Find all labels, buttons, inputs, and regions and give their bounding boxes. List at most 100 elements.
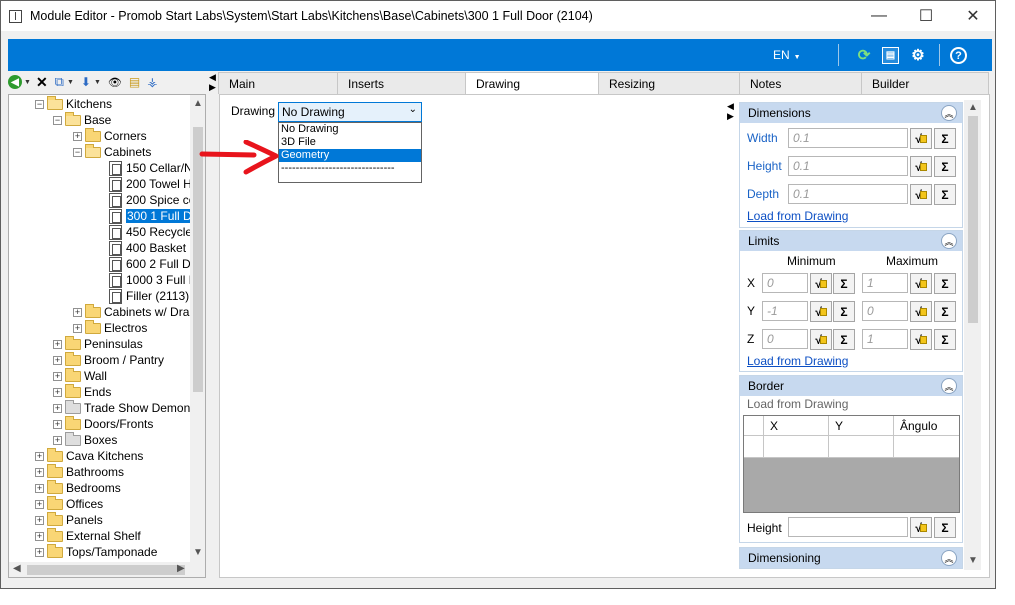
tree-item-bedrooms[interactable]: + Bedrooms xyxy=(35,479,121,496)
sum-button[interactable]: Σ xyxy=(934,273,956,294)
expand-icon[interactable]: + xyxy=(53,387,62,397)
dropdown-option[interactable]: 3D File xyxy=(279,136,421,149)
tree-item-module[interactable]: 200 Towel H xyxy=(109,176,192,192)
sum-button[interactable]: Σ xyxy=(833,301,855,322)
copy-icon[interactable]: ⧉ xyxy=(54,73,65,91)
width-label[interactable]: Width xyxy=(747,131,778,145)
limits-header[interactable]: Limits ︽ xyxy=(740,231,962,251)
sum-button[interactable]: Σ xyxy=(934,156,956,177)
tree-item-offices[interactable]: + Offices xyxy=(35,495,103,512)
width-input[interactable]: 0.1 xyxy=(788,128,908,148)
expand-icon[interactable]: + xyxy=(35,483,44,493)
tree-item-module[interactable]: 450 Recycle xyxy=(109,224,192,240)
gear-icon[interactable]: ⚙ xyxy=(908,45,928,65)
tree-item-kitchens[interactable]: − Kitchens xyxy=(35,95,112,112)
find-icon[interactable]: 👁 xyxy=(107,73,123,91)
refresh-icon[interactable]: ⟳ xyxy=(854,45,874,65)
dropdown-option[interactable]: ------------------------------- xyxy=(279,162,421,175)
x-min-input[interactable]: 0 xyxy=(762,273,808,293)
sum-button[interactable]: Σ xyxy=(934,329,956,350)
height-label[interactable]: Height xyxy=(747,159,782,173)
tree-item-bathrooms[interactable]: + Bathrooms xyxy=(35,463,124,480)
expand-icon[interactable]: + xyxy=(53,403,62,413)
chevron-down-icon[interactable]: ▼ xyxy=(93,73,102,91)
expand-icon[interactable]: + xyxy=(53,419,62,429)
language-selector[interactable]: EN ▼ xyxy=(773,48,801,62)
maximize-button[interactable]: ☐ xyxy=(903,1,949,31)
tree-item-trade-show[interactable]: + Trade Show Demons xyxy=(53,399,196,416)
filter-icon[interactable]: ⚶ xyxy=(146,73,158,91)
formula-button[interactable]: √ xyxy=(910,184,932,205)
scroll-down-icon[interactable]: ▼ xyxy=(193,547,203,558)
tree-item-broom-pantry[interactable]: + Broom / Pantry xyxy=(53,351,164,368)
tree-item-module[interactable]: Filler (2113) xyxy=(109,288,189,304)
expand-icon[interactable]: + xyxy=(73,131,82,141)
sum-button[interactable]: Σ xyxy=(934,128,956,149)
tree-item-doors-fronts[interactable]: + Doors/Fronts xyxy=(53,415,153,432)
tree-item-module[interactable]: 150 Cellar/N xyxy=(109,160,193,176)
dropdown-option[interactable]: No Drawing xyxy=(279,123,421,136)
column-header-y[interactable]: Y xyxy=(829,416,894,435)
collapse-icon[interactable]: − xyxy=(73,147,82,157)
formula-button[interactable]: √ xyxy=(910,128,932,149)
collapse-icon[interactable]: ︽ xyxy=(941,550,957,566)
dropdown-option-highlighted[interactable]: Geometry xyxy=(279,149,421,162)
move-down-icon[interactable]: ⬇ xyxy=(80,73,92,91)
close-icon[interactable]: ✕ xyxy=(35,73,49,91)
z-max-input[interactable]: 1 xyxy=(862,329,908,349)
collapse-icon[interactable]: − xyxy=(35,99,44,109)
collapse-icon[interactable]: ︽ xyxy=(941,233,957,249)
expand-icon[interactable]: + xyxy=(35,499,44,509)
sum-button[interactable]: Σ xyxy=(833,329,855,350)
expand-icon[interactable]: + xyxy=(35,515,44,525)
expand-icon[interactable]: + xyxy=(73,307,82,317)
expand-right-icon[interactable]: ▶ xyxy=(727,111,734,122)
folder-icon[interactable]: ▤ xyxy=(128,73,141,91)
table-row[interactable] xyxy=(744,436,959,458)
expand-icon[interactable]: + xyxy=(35,547,44,557)
column-header-x[interactable]: X xyxy=(764,416,829,435)
formula-button[interactable]: √ xyxy=(910,329,932,350)
collapse-icon[interactable]: − xyxy=(53,115,62,125)
tree-item-peninsulas[interactable]: + Peninsulas xyxy=(53,335,143,352)
border-header[interactable]: Border ︽ xyxy=(740,376,962,396)
tree-item-cabinets-drawers[interactable]: + Cabinets w/ Dra xyxy=(73,303,189,320)
tree-item-cava-kitchens[interactable]: + Cava Kitchens xyxy=(35,447,143,464)
minimize-button[interactable]: — xyxy=(856,1,902,31)
tree-item-electros[interactable]: + Electros xyxy=(73,319,147,336)
expand-icon[interactable]: + xyxy=(35,451,44,461)
expand-right-icon[interactable]: ▶ xyxy=(209,82,216,93)
depth-label[interactable]: Depth xyxy=(747,187,779,201)
column-header-angle[interactable]: Ângulo xyxy=(894,416,959,435)
tree-item-boxes[interactable]: + Boxes xyxy=(53,431,117,448)
expand-icon[interactable]: + xyxy=(73,323,82,333)
scroll-down-icon[interactable]: ▼ xyxy=(968,555,978,566)
expand-icon[interactable]: + xyxy=(53,435,62,445)
drawing-select[interactable]: No Drawing ⌄ xyxy=(278,102,422,122)
border-grid[interactable]: X Y Ângulo xyxy=(743,415,960,513)
table-cell[interactable] xyxy=(764,436,829,457)
tree-item-cabinets[interactable]: − Cabinets xyxy=(73,143,151,160)
z-min-input[interactable]: 0 xyxy=(762,329,808,349)
formula-button[interactable]: √ xyxy=(910,301,932,322)
expand-icon[interactable]: + xyxy=(53,371,62,381)
tab-main[interactable]: Main xyxy=(218,72,338,94)
tree-item-corners[interactable]: + Corners xyxy=(73,127,147,144)
expand-icon[interactable]: + xyxy=(53,355,62,365)
help-icon[interactable]: ? xyxy=(950,47,967,64)
y-max-input[interactable]: 0 xyxy=(862,301,908,321)
dimensions-load-from-drawing-link[interactable]: Load from Drawing xyxy=(747,209,848,223)
dimensioning-header[interactable]: Dimensioning ︽ xyxy=(740,548,962,568)
scroll-thumb[interactable] xyxy=(27,565,185,575)
tree-item-panels[interactable]: + Panels xyxy=(35,511,103,528)
expand-icon[interactable]: + xyxy=(35,531,44,541)
formula-button[interactable]: √ xyxy=(810,329,832,350)
book-icon[interactable]: ▤ xyxy=(882,47,899,64)
tree-item-wall[interactable]: + Wall xyxy=(53,367,107,384)
table-cell[interactable] xyxy=(829,436,894,457)
tab-notes[interactable]: Notes xyxy=(739,72,862,94)
tab-inserts[interactable]: Inserts xyxy=(337,72,466,94)
scroll-left-icon[interactable]: ◀ xyxy=(13,563,21,574)
collapse-icon[interactable]: ︽ xyxy=(941,105,957,121)
scroll-right-icon[interactable]: ▶ xyxy=(177,563,185,574)
